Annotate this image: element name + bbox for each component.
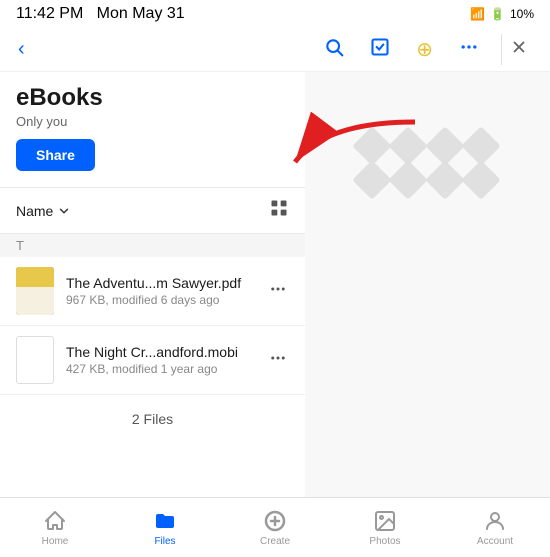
search-icon [324,37,344,57]
back-button[interactable]: ‹ [14,34,29,65]
tab-home-label: Home [42,536,69,547]
home-icon [43,509,67,533]
folder-subtitle: Only you [16,114,289,129]
folder-header: eBooks Only you Share [0,72,305,179]
share-button[interactable]: Share [16,139,95,171]
status-time: 11:42 PM Mon May 31 [16,5,185,23]
tab-photos[interactable]: Photos [330,498,440,557]
file-name-pdf: The Adventu...m Sawyer.pdf [66,275,267,291]
file-more-button-mobi[interactable] [267,345,289,376]
file-thumbnail-mobi [16,336,54,384]
account-icon [483,509,507,533]
folder-title: eBooks [16,84,289,112]
search-button[interactable] [316,33,352,66]
tab-bar: Home Files Create Photos Account [0,497,550,557]
close-button[interactable] [501,34,536,65]
files-icon [153,509,177,533]
section-label-t: T [0,234,305,257]
file-info-pdf: The Adventu...m Sawyer.pdf 967 KB, modif… [66,275,267,307]
file-thumbnail-pdf [16,267,54,315]
tab-files-label: Files [154,536,175,547]
file-name-mobi: The Night Cr...andford.mobi [66,344,267,360]
photos-icon [373,509,397,533]
file-meta-mobi: 427 KB, modified 1 year ago [66,362,267,376]
file-item-pdf[interactable]: The Adventu...m Sawyer.pdf 967 KB, modif… [0,257,305,326]
tab-files[interactable]: Files [110,498,220,557]
nav-bar: ‹ ⊕ [0,28,550,72]
file-list: The Adventu...m Sawyer.pdf 967 KB, modif… [0,257,305,395]
file-meta-pdf: 967 KB, modified 6 days ago [66,293,267,307]
select-button[interactable] [362,33,398,66]
tab-account[interactable]: Account [440,498,550,557]
upload-button[interactable]: ⊕ [408,33,441,66]
status-bar: 11:42 PM Mon May 31 📶 🔋 10% [0,0,550,28]
battery-level: 10% [510,7,534,21]
right-panel [305,72,550,497]
files-count: 2 Files [0,395,305,443]
sort-bar: Name [0,187,305,234]
file-item-mobi[interactable]: The Night Cr...andford.mobi 427 KB, modi… [0,326,305,395]
file-more-button-pdf[interactable] [267,276,289,307]
chevron-down-icon [57,204,71,218]
sort-name-button[interactable]: Name [16,203,71,219]
tab-account-label: Account [477,536,513,547]
tab-home[interactable]: Home [0,498,110,557]
more-button[interactable] [451,33,487,66]
diamond-4 [461,126,501,166]
tab-create[interactable]: Create [220,498,330,557]
diamond-8 [461,160,501,200]
close-icon [510,38,528,56]
create-icon [263,509,287,533]
status-right: 📶 🔋 10% [470,7,534,21]
red-arrow [275,112,435,217]
check-icon [370,37,390,57]
file-info-mobi: The Night Cr...andford.mobi 427 KB, modi… [66,344,267,376]
battery-icon: 🔋 [490,7,505,21]
content-area: eBooks Only you Share Name T [0,72,550,497]
wifi-icon: 📶 [470,7,485,21]
tab-create-label: Create [260,536,290,547]
tab-photos-label: Photos [369,536,400,547]
more-icon [459,37,479,57]
left-panel: eBooks Only you Share Name T [0,72,305,497]
